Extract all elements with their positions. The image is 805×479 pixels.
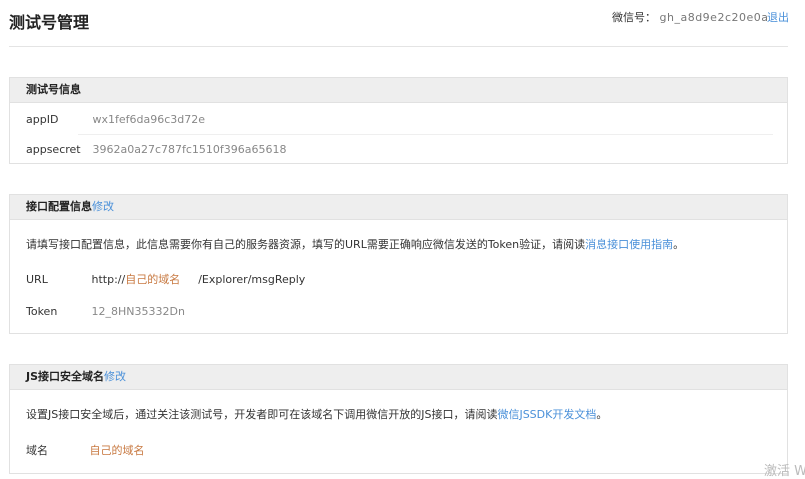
domain-label: 域名 xyxy=(26,444,48,457)
api-config-title: 接口配置信息 xyxy=(26,200,92,213)
test-account-title: 测试号信息 xyxy=(26,83,81,96)
token-row: Token 12_8HN35332Dn xyxy=(26,305,185,318)
account-info: 微信号： gh_a8d9e2c20e0a xyxy=(612,9,769,25)
url-row: URL http://自己的域名/Explorer/msgReply xyxy=(26,271,305,287)
api-config-edit-link[interactable]: 修改 xyxy=(92,200,114,213)
api-config-panel: 接口配置信息修改 请填写接口配置信息，此信息需要你有自己的服务器资源，填写的UR… xyxy=(9,194,788,334)
js-domain-desc-end: 。 xyxy=(596,408,608,421)
js-domain-edit-link[interactable]: 修改 xyxy=(104,370,126,383)
msg-api-guide-link[interactable]: 消息接口使用指南 xyxy=(585,238,673,251)
domain-value: 自己的域名 xyxy=(89,444,145,457)
panel-title: 接口配置信息修改 xyxy=(10,195,787,220)
js-domain-title: JS接口安全域名 xyxy=(26,370,105,383)
logout-link[interactable]: 退出 xyxy=(767,9,789,25)
jssdk-doc-link[interactable]: 微信JSSDK开发文档 xyxy=(497,408,596,421)
url-suffix: /Explorer/msgReply xyxy=(198,273,306,286)
token-label: Token xyxy=(26,305,58,318)
domain-row: 域名 自己的域名 xyxy=(26,442,145,458)
panel-title: 测试号信息 xyxy=(10,78,787,103)
js-domain-panel: JS接口安全域名修改 设置JS接口安全域后，通过关注该测试号，开发者即可在该域名… xyxy=(9,364,788,474)
account-value: gh_a8d9e2c20e0a xyxy=(659,11,769,24)
appsecret-label: appsecret xyxy=(26,143,81,156)
test-account-panel: 测试号信息 appID wx1fef6da96c3d72e appsecret … xyxy=(9,77,788,164)
appid-value: wx1fef6da96c3d72e xyxy=(92,113,206,126)
api-config-desc-end: 。 xyxy=(673,238,685,251)
url-label: URL xyxy=(26,273,48,286)
url-prefix: http:// xyxy=(91,273,126,286)
url-domain: 自己的域名 xyxy=(125,273,181,286)
account-label: 微信号： xyxy=(612,11,656,24)
row-divider xyxy=(78,134,773,135)
appid-label: appID xyxy=(26,113,59,126)
js-domain-description: 设置JS接口安全域后，通过关注该测试号，开发者即可在该域名下调用微信开放的JS接… xyxy=(26,406,607,422)
appid-row: appID wx1fef6da96c3d72e xyxy=(26,113,205,126)
panel-title: JS接口安全域名修改 xyxy=(10,365,787,390)
header-divider xyxy=(9,46,788,47)
activation-watermark: 激活 W xyxy=(764,464,805,479)
api-config-desc-text: 请填写接口配置信息，此信息需要你有自己的服务器资源，填写的URL需要正确响应微信… xyxy=(26,238,586,251)
appsecret-value: 3962a0a27c787fc1510f396a65618 xyxy=(92,143,287,156)
page-title: 测试号管理 xyxy=(9,13,90,32)
appsecret-row: appsecret 3962a0a27c787fc1510f396a65618 xyxy=(26,143,287,156)
api-config-description: 请填写接口配置信息，此信息需要你有自己的服务器资源，填写的URL需要正确响应微信… xyxy=(26,236,684,252)
token-value: 12_8HN35332Dn xyxy=(91,305,185,318)
js-domain-desc-text: 设置JS接口安全域后，通过关注该测试号，开发者即可在该域名下调用微信开放的JS接… xyxy=(26,408,498,421)
